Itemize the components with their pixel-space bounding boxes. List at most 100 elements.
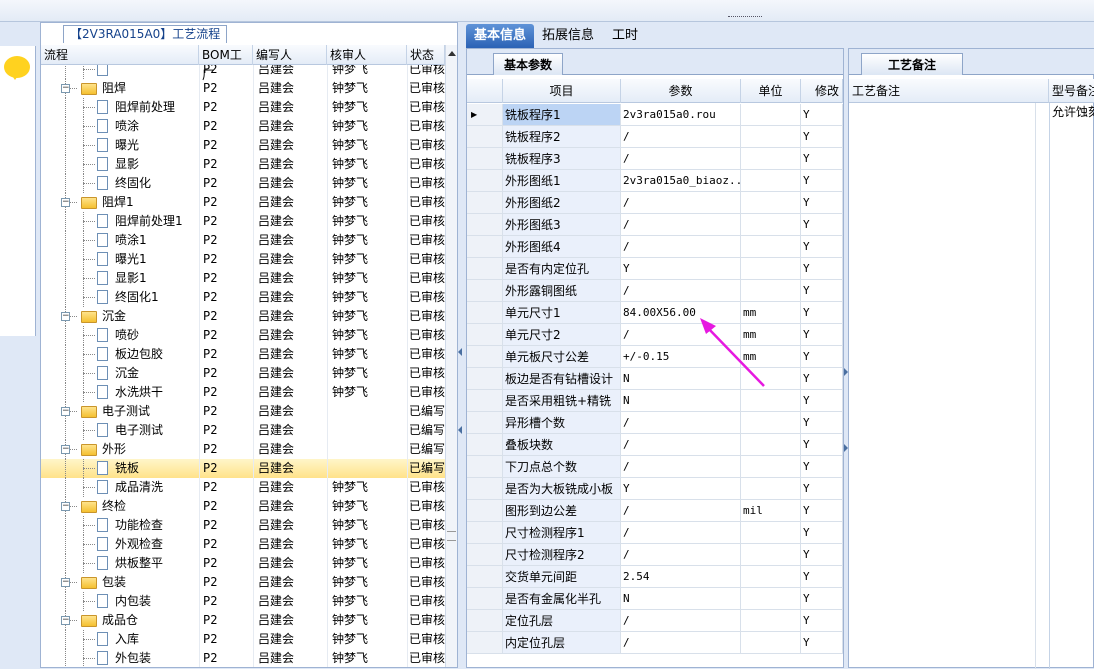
param-value[interactable]: / (621, 632, 741, 653)
param-unit[interactable] (741, 610, 801, 631)
row-header[interactable]: ▶ (467, 104, 503, 125)
col-value[interactable]: 参数 (621, 79, 741, 103)
params-row[interactable]: 单元板尺寸公差 +/-0.15 mm Y (467, 346, 843, 368)
collapse-toggle-icon[interactable]: − (61, 578, 70, 587)
tree-row[interactable]: − 包装 P2 吕建会 钟梦飞 已审核 (41, 573, 445, 592)
tree-row[interactable]: 曝光 P2 吕建会 钟梦飞 已审核 (41, 136, 445, 155)
param-modify[interactable]: Y (801, 280, 843, 301)
tree-row[interactable]: 铣板 P2 吕建会 已编写 (41, 459, 445, 478)
tree-row[interactable]: − 沉金 P2 吕建会 钟梦飞 已审核 (41, 307, 445, 326)
scroll-up-icon[interactable] (448, 51, 456, 56)
tree-row[interactable]: 成品清洗 P2 吕建会 钟梦飞 已审核 (41, 478, 445, 497)
param-unit[interactable] (741, 390, 801, 411)
params-row[interactable]: 外形图纸1 2v3ra015a0_biaoz... Y (467, 170, 843, 192)
param-value[interactable]: / (621, 610, 741, 631)
param-unit[interactable] (741, 566, 801, 587)
param-value[interactable]: / (621, 500, 741, 521)
tree-row[interactable]: 板边包胶 P2 吕建会 钟梦飞 已审核 (41, 345, 445, 364)
tree-row[interactable]: 烘板整平 P2 吕建会 钟梦飞 已审核 (41, 554, 445, 573)
row-header[interactable] (467, 522, 503, 543)
param-value[interactable]: +/-0.15 (621, 346, 741, 367)
param-value[interactable]: / (621, 236, 741, 257)
params-row[interactable]: 铣板程序3/ Y (467, 148, 843, 170)
param-unit[interactable] (741, 170, 801, 191)
row-header[interactable] (467, 456, 503, 477)
param-modify[interactable]: Y (801, 610, 843, 631)
param-unit[interactable] (741, 412, 801, 433)
param-unit[interactable] (741, 148, 801, 169)
param-unit[interactable]: mm (741, 302, 801, 323)
row-header[interactable] (467, 346, 503, 367)
params-row[interactable]: 外形图纸2/ Y (467, 192, 843, 214)
tab-basic-info[interactable]: 基本信息 (466, 24, 535, 48)
tree-row[interactable]: 曝光1 P2 吕建会 钟梦飞 已审核 (41, 250, 445, 269)
param-value[interactable]: / (621, 522, 741, 543)
params-row[interactable]: 是否有内定位孔 Y Y (467, 258, 843, 280)
param-value[interactable]: Y (621, 258, 741, 279)
param-modify[interactable]: Y (801, 588, 843, 609)
row-header[interactable] (467, 368, 503, 389)
collapse-toggle-icon[interactable]: − (61, 616, 70, 625)
tree-row[interactable]: 电子测试 P2 吕建会 已编写 (41, 421, 445, 440)
param-modify[interactable]: Y (801, 214, 843, 235)
row-header[interactable] (467, 434, 503, 455)
param-value[interactable]: / (621, 126, 741, 147)
tree-row[interactable]: 阻焊前处理1 P2 吕建会 钟梦飞 已审核 (41, 212, 445, 231)
param-unit[interactable] (741, 258, 801, 279)
param-modify[interactable]: Y (801, 324, 843, 345)
param-modify[interactable]: Y (801, 434, 843, 455)
param-unit[interactable] (741, 192, 801, 213)
row-header[interactable] (467, 148, 503, 169)
param-modify[interactable]: Y (801, 566, 843, 587)
param-modify[interactable]: Y (801, 104, 843, 125)
param-value[interactable]: / (621, 544, 741, 565)
collapse-toggle-icon[interactable]: − (61, 84, 70, 93)
tab-extended-info[interactable]: 拓展信息 (534, 24, 602, 48)
splitter-grip[interactable] (728, 16, 762, 20)
param-unit[interactable] (741, 478, 801, 499)
param-modify[interactable]: Y (801, 478, 843, 499)
params-row[interactable]: 铣板程序2/ Y (467, 126, 843, 148)
params-row[interactable]: 是否采用粗铣+精铣 N Y (467, 390, 843, 412)
collapse-toggle-icon[interactable]: − (61, 445, 70, 454)
tree-row[interactable]: 外观检查 P2 吕建会 钟梦飞 已审核 (41, 535, 445, 554)
tab-work-hours[interactable]: 工时 (604, 24, 646, 48)
params-row[interactable]: 图形到边公差 / mil Y (467, 500, 843, 522)
row-header[interactable] (467, 214, 503, 235)
param-modify[interactable]: Y (801, 126, 843, 147)
param-unit[interactable]: mil (741, 500, 801, 521)
row-header-corner[interactable] (467, 79, 503, 103)
param-value[interactable]: N (621, 390, 741, 411)
param-unit[interactable] (741, 214, 801, 235)
tree-row[interactable]: P2 吕建会 钟梦飞 已审核 (41, 65, 445, 79)
row-header[interactable] (467, 412, 503, 433)
params-row[interactable]: 是否有金属化半孔 N Y (467, 588, 843, 610)
params-row[interactable]: 单元尺寸1 84.00X56.00 mm Y (467, 302, 843, 324)
tree-row[interactable]: − 成品仓 P2 吕建会 钟梦飞 已审核 (41, 611, 445, 630)
param-value[interactable]: 84.00X56.00 (621, 302, 741, 323)
param-value[interactable]: / (621, 434, 741, 455)
tree-row[interactable]: 外包装 P2 吕建会 钟梦飞 已审核 (41, 649, 445, 667)
params-row[interactable]: 尺寸检测程序2/ Y (467, 544, 843, 566)
param-modify[interactable]: Y (801, 522, 843, 543)
tree-row[interactable]: 内包装 P2 吕建会 钟梦飞 已审核 (41, 592, 445, 611)
tree-row[interactable]: 入库 P2 吕建会 钟梦飞 已审核 (41, 630, 445, 649)
param-modify[interactable]: Y (801, 390, 843, 411)
params-row[interactable]: ▶ 铣板程序1 2v3ra015a0.rou Y (467, 104, 843, 126)
param-value[interactable]: / (621, 148, 741, 169)
param-value[interactable]: / (621, 192, 741, 213)
params-row[interactable]: 尺寸检测程序1/ Y (467, 522, 843, 544)
row-header[interactable] (467, 390, 503, 411)
row-header[interactable] (467, 170, 503, 191)
param-unit[interactable] (741, 434, 801, 455)
tree-row[interactable]: 阻焊前处理 P2 吕建会 钟梦飞 已审核 (41, 98, 445, 117)
params-row[interactable]: 外形露铜图纸 / Y (467, 280, 843, 302)
params-row[interactable]: 下刀点总个数 / Y (467, 456, 843, 478)
row-header[interactable] (467, 632, 503, 653)
collapse-left-icon[interactable] (458, 348, 462, 356)
col-flow[interactable]: 流程 (41, 45, 199, 65)
params-row[interactable]: 板边是否有钻槽设计 N Y (467, 368, 843, 390)
params-row[interactable]: 异形槽个数 / Y (467, 412, 843, 434)
param-value[interactable]: 2v3ra015a0_biaoz... (621, 170, 741, 191)
row-header[interactable] (467, 236, 503, 257)
